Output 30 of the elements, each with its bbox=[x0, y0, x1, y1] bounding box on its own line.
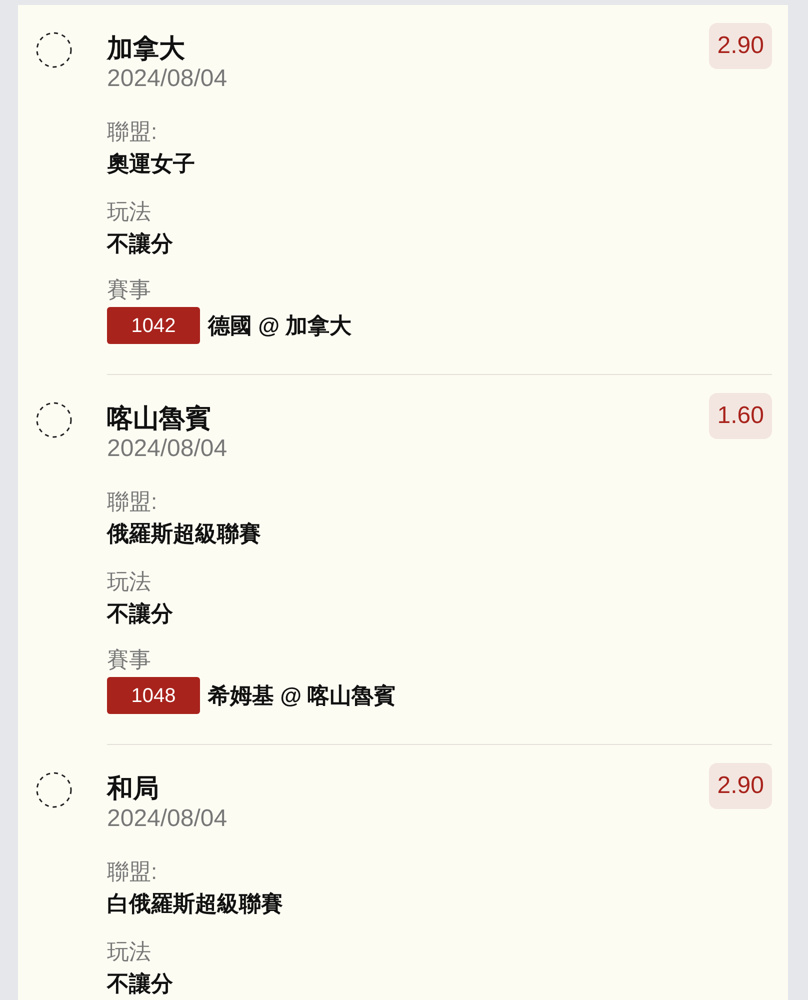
bet-type-value: 不讓分 bbox=[107, 230, 174, 258]
bet-date: 2024/08/04 bbox=[107, 434, 228, 464]
match-label: 賽事 bbox=[107, 646, 152, 674]
league-name: 奧運女子 bbox=[107, 150, 196, 178]
bet-date: 2024/08/04 bbox=[107, 804, 228, 834]
odds-value: 2.90 bbox=[709, 23, 772, 69]
bet-date: 2024/08/04 bbox=[107, 64, 228, 94]
bet-type-label: 玩法 bbox=[107, 568, 152, 596]
match-number: 1048 bbox=[107, 677, 200, 714]
match-label: 賽事 bbox=[107, 276, 152, 304]
league-name: 白俄羅斯超級聯賽 bbox=[107, 890, 284, 918]
selection-name: 和局 bbox=[107, 772, 160, 804]
selection-name: 喀山魯賓 bbox=[107, 402, 212, 434]
match-teams: 德國 @ 加拿大 bbox=[208, 312, 352, 340]
league-label: 聯盟: bbox=[107, 488, 158, 516]
league-label: 聯盟: bbox=[107, 118, 158, 146]
league-name: 俄羅斯超級聯賽 bbox=[107, 520, 262, 548]
league-label: 聯盟: bbox=[107, 858, 158, 886]
bet-type-label: 玩法 bbox=[107, 198, 152, 226]
odds-value: 1.60 bbox=[709, 393, 772, 439]
dashed-circle-icon[interactable] bbox=[36, 772, 72, 808]
match-teams: 希姆基 @ 喀山魯賓 bbox=[208, 682, 396, 710]
odds-value: 2.90 bbox=[709, 763, 772, 809]
bet-type-label: 玩法 bbox=[107, 938, 152, 966]
selection-name: 加拿大 bbox=[107, 32, 186, 64]
bet-type-value: 不讓分 bbox=[107, 970, 174, 998]
dashed-circle-icon[interactable] bbox=[36, 32, 72, 68]
bet-type-value: 不讓分 bbox=[107, 600, 174, 628]
match-number: 1042 bbox=[107, 307, 200, 344]
dashed-circle-icon[interactable] bbox=[36, 402, 72, 438]
